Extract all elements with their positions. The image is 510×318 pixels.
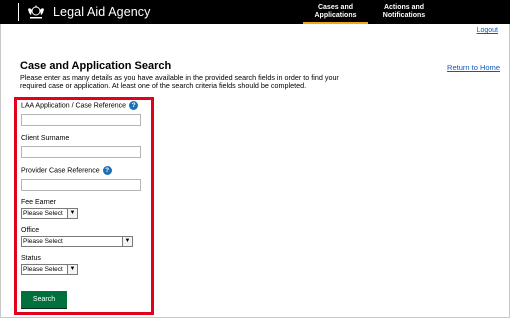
nav-tab-actions-notifications[interactable]: Actions and Notifications [373, 0, 435, 24]
top-bar: Legal Aid Agency Cases and Applications … [0, 0, 510, 24]
fee-earner-value: Please Select [23, 210, 63, 217]
royal-crest-icon [28, 5, 44, 19]
office-select[interactable]: Please Select ▼ [21, 236, 133, 247]
nav-tab-line1: Actions and [383, 4, 425, 11]
provider-reference-label: Provider Case Reference? [21, 166, 112, 175]
fee-earner-label: Fee Earner [21, 199, 57, 206]
search-button[interactable]: Search [21, 291, 67, 308]
office-value: Please Select [23, 238, 63, 245]
laa-reference-label-text: LAA Application / Case Reference [21, 102, 127, 110]
brand-separator [18, 3, 19, 21]
laa-reference-input[interactable] [21, 114, 141, 126]
status-value: Please Select [23, 266, 63, 273]
client-surname-input[interactable] [21, 146, 141, 158]
highlight-box [14, 97, 154, 315]
page-title: Case and Application Search [20, 60, 172, 72]
intro-text: Please enter as many details as you have… [20, 73, 339, 91]
chevron-down-icon[interactable]: ▼ [122, 237, 132, 246]
chevron-down-icon[interactable]: ▼ [67, 209, 77, 218]
provider-reference-input[interactable] [21, 179, 141, 191]
logout-link[interactable]: Logout [477, 27, 498, 34]
question-circle-icon[interactable]: ? [129, 101, 139, 110]
brand: Legal Aid Agency [18, 2, 151, 22]
laa-reference-label: LAA Application / Case Reference? [21, 101, 139, 110]
fee-earner-select[interactable]: Please Select ▼ [21, 208, 78, 219]
status-select[interactable]: Please Select ▼ [21, 264, 78, 275]
nav-tab-line2: Applications [314, 12, 357, 19]
nav-tab-cases-applications[interactable]: Cases and Applications [303, 0, 368, 24]
brand-name: Legal Aid Agency [53, 5, 151, 19]
client-surname-label: Client Surname [21, 135, 70, 142]
nav-tab-line1: Cases and [317, 4, 354, 11]
return-home-link[interactable]: Return to Home [447, 63, 500, 72]
nav-tab-line2: Notifications [382, 12, 426, 19]
chevron-down-icon[interactable]: ▼ [67, 265, 77, 274]
status-label: Status [21, 255, 41, 262]
office-label: Office [21, 227, 40, 234]
question-circle-icon[interactable]: ? [102, 166, 112, 175]
provider-reference-label-text: Provider Case Reference [21, 167, 100, 175]
